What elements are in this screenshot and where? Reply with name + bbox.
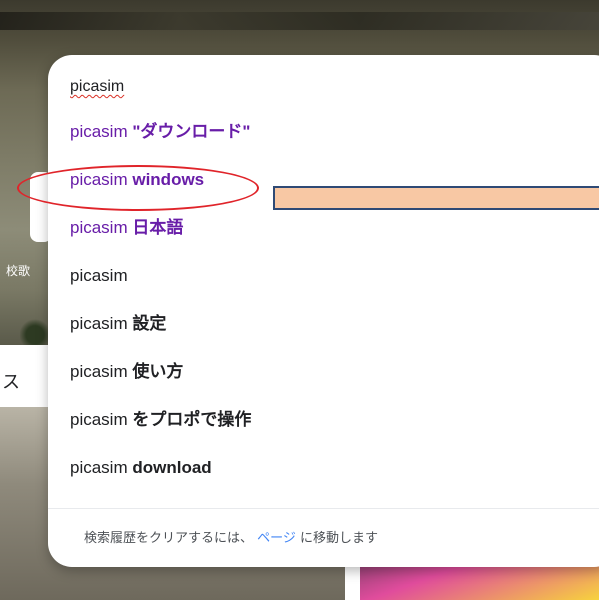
suggestion-prefix: picasim [70,122,128,141]
suggestion-completion: をプロポで操作 [127,410,252,429]
suggestion-completion: 日本語 [127,218,184,237]
suggestion-prefix: picasim [70,362,128,381]
search-input[interactable]: picasim [70,72,124,102]
suggestion-item[interactable]: picasim 日本語 [48,204,599,252]
suggestion-item[interactable]: picasim download [48,444,599,492]
footer-text-after: に移動します [300,531,379,546]
search-query-text: picasim [70,78,125,95]
suggestion-item[interactable]: picasim [48,252,599,300]
background-plant [20,318,50,346]
suggestion-completion: 設定 [127,314,167,333]
suggestion-completion: "ダウンロード" [127,122,251,141]
footer-text-before: 検索履歴をクリアするには、 [84,531,254,546]
suggestion-completion: download [127,458,212,477]
suggestion-item[interactable]: picasim "ダウンロード" [48,108,599,156]
suggestion-prefix: picasim [70,410,128,429]
suggestion-prefix: picasim [70,314,128,333]
background-caption: 校歌 [6,264,31,278]
suggestion-item[interactable]: picasim 使い方 [48,348,599,396]
annotation-redaction-box [273,186,599,210]
background-hero-streak [0,12,599,30]
background-strip-text: ス [2,372,20,393]
suggestion-prefix: picasim [70,266,128,285]
suggestion-prefix: picasim [70,218,128,237]
annotation-circle [17,165,259,211]
dropdown-divider [48,508,599,509]
suggestion-item[interactable]: picasim 設定 [48,300,599,348]
history-footer: 検索履歴をクリアするには、 ページ に移動します [84,527,378,546]
suggestion-prefix: picasim [70,458,128,477]
suggestion-completion: 使い方 [127,362,184,381]
suggestion-item[interactable]: picasim をプロポで操作 [48,396,599,444]
footer-page-link[interactable]: ページ [257,531,296,546]
